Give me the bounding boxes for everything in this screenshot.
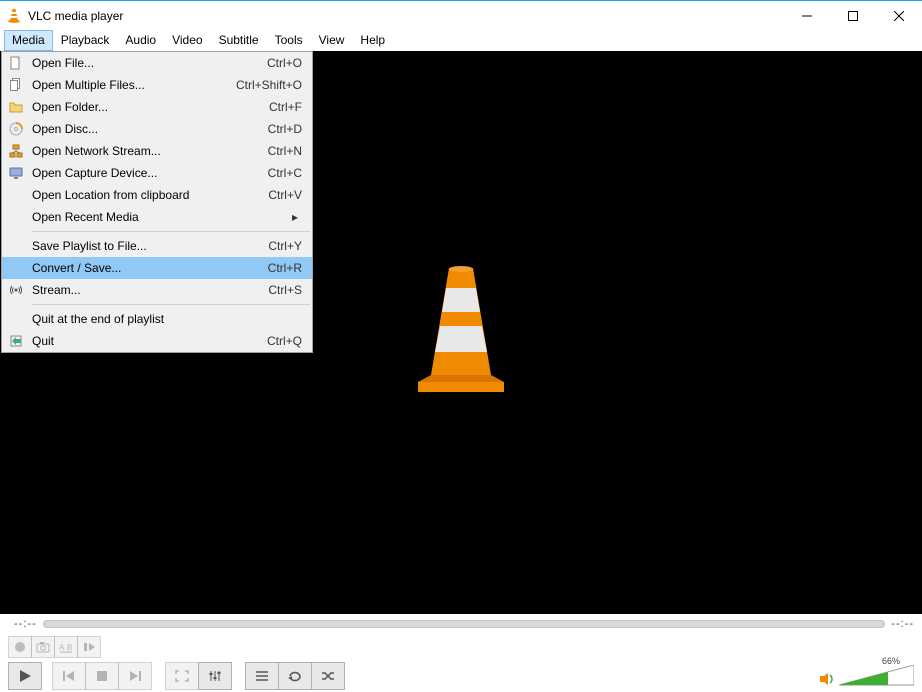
disc-icon bbox=[2, 122, 30, 136]
menu-item-label: Convert / Save... bbox=[30, 261, 260, 275]
menu-item-label: Open File... bbox=[30, 56, 259, 70]
files-icon bbox=[2, 78, 30, 92]
menu-item-convert-save[interactable]: Convert / Save...Ctrl+R bbox=[2, 257, 312, 279]
menu-item-shortcut: Ctrl+Q bbox=[259, 334, 302, 348]
menu-help[interactable]: Help bbox=[352, 30, 393, 51]
next-button[interactable] bbox=[118, 662, 152, 690]
menu-item-shortcut: Ctrl+D bbox=[260, 122, 302, 136]
toolbar-row-2: 66% bbox=[0, 660, 922, 692]
stream-icon bbox=[2, 283, 30, 297]
menu-tools[interactable]: Tools bbox=[267, 30, 311, 51]
menu-bar: MediaPlaybackAudioVideoSubtitleToolsView… bbox=[0, 30, 922, 51]
menu-item-quit-at-the-end-of-playlist[interactable]: Quit at the end of playlist bbox=[2, 308, 312, 330]
playlist-button[interactable] bbox=[245, 662, 279, 690]
submenu-arrow-icon: ▸ bbox=[292, 210, 302, 224]
menu-item-label: Stream... bbox=[30, 283, 260, 297]
menu-item-label: Open Multiple Files... bbox=[30, 78, 228, 92]
svg-text:B: B bbox=[67, 643, 72, 652]
speaker-icon[interactable] bbox=[819, 671, 835, 687]
fullscreen-button[interactable] bbox=[165, 662, 199, 690]
seek-slider[interactable] bbox=[43, 620, 886, 628]
capture-icon bbox=[2, 166, 30, 180]
menu-item-shortcut: Ctrl+V bbox=[260, 188, 302, 202]
title-bar: VLC media player bbox=[0, 0, 922, 30]
menu-item-shortcut: Ctrl+Y bbox=[260, 239, 302, 253]
menu-item-label: Open Folder... bbox=[30, 100, 261, 114]
total-time[interactable]: --:-- bbox=[891, 618, 914, 630]
menu-item-label: Quit bbox=[30, 334, 259, 348]
menu-separator bbox=[32, 231, 310, 232]
menu-item-open-disc[interactable]: Open Disc...Ctrl+D bbox=[2, 118, 312, 140]
frame-step-button[interactable] bbox=[77, 636, 101, 658]
menu-item-label: Save Playlist to File... bbox=[30, 239, 260, 253]
controls-panel: --:-- --:-- AB bbox=[0, 614, 922, 687]
close-button[interactable] bbox=[876, 1, 922, 30]
play-button[interactable] bbox=[8, 662, 42, 690]
volume-control: 66% bbox=[819, 665, 914, 687]
menu-item-label: Open Capture Device... bbox=[30, 166, 260, 180]
menu-audio[interactable]: Audio bbox=[117, 30, 164, 51]
menu-subtitle[interactable]: Subtitle bbox=[211, 30, 267, 51]
snapshot-button[interactable] bbox=[31, 636, 55, 658]
menu-item-open-multiple-files[interactable]: Open Multiple Files...Ctrl+Shift+O bbox=[2, 74, 312, 96]
menu-media[interactable]: Media bbox=[4, 30, 53, 51]
previous-button[interactable] bbox=[52, 662, 86, 690]
menu-item-shortcut: Ctrl+F bbox=[261, 100, 302, 114]
menu-item-label: Quit at the end of playlist bbox=[30, 312, 294, 326]
toolbar-row-1: AB bbox=[0, 634, 922, 660]
stop-button[interactable] bbox=[85, 662, 119, 690]
window-controls bbox=[784, 1, 922, 30]
menu-item-label: Open Recent Media bbox=[30, 210, 292, 224]
menu-item-open-recent-media[interactable]: Open Recent Media▸ bbox=[2, 206, 312, 228]
menu-item-shortcut: Ctrl+R bbox=[260, 261, 302, 275]
menu-item-save-playlist-to-file[interactable]: Save Playlist to File...Ctrl+Y bbox=[2, 235, 312, 257]
minimize-button[interactable] bbox=[784, 1, 830, 30]
maximize-button[interactable] bbox=[830, 1, 876, 30]
seek-row: --:-- --:-- bbox=[0, 614, 922, 634]
menu-item-open-network-stream[interactable]: Open Network Stream...Ctrl+N bbox=[2, 140, 312, 162]
menu-item-quit[interactable]: QuitCtrl+Q bbox=[2, 330, 312, 352]
menu-item-label: Open Network Stream... bbox=[30, 144, 260, 158]
menu-item-shortcut: Ctrl+O bbox=[259, 56, 302, 70]
record-button[interactable] bbox=[8, 636, 32, 658]
folder-icon bbox=[2, 100, 30, 114]
loop-ab-button[interactable]: AB bbox=[54, 636, 78, 658]
extended-settings-button[interactable] bbox=[198, 662, 232, 690]
window-title: VLC media player bbox=[28, 9, 784, 23]
vlc-cone-icon bbox=[6, 8, 22, 24]
menu-item-shortcut: Ctrl+C bbox=[260, 166, 302, 180]
network-icon bbox=[2, 144, 30, 158]
menu-separator bbox=[32, 304, 310, 305]
media-menu-dropdown: Open File...Ctrl+OOpen Multiple Files...… bbox=[1, 51, 313, 353]
volume-slider[interactable] bbox=[839, 665, 914, 687]
file-icon bbox=[2, 56, 30, 70]
menu-item-label: Open Location from clipboard bbox=[30, 188, 260, 202]
vlc-cone-logo bbox=[396, 260, 526, 405]
menu-item-open-capture-device[interactable]: Open Capture Device...Ctrl+C bbox=[2, 162, 312, 184]
menu-item-open-folder[interactable]: Open Folder...Ctrl+F bbox=[2, 96, 312, 118]
menu-view[interactable]: View bbox=[311, 30, 353, 51]
menu-item-shortcut: Ctrl+Shift+O bbox=[228, 78, 302, 92]
quit-icon bbox=[2, 334, 30, 348]
loop-button[interactable] bbox=[278, 662, 312, 690]
svg-text:A: A bbox=[59, 643, 65, 652]
menu-item-shortcut: Ctrl+S bbox=[260, 283, 302, 297]
menu-item-open-file[interactable]: Open File...Ctrl+O bbox=[2, 52, 312, 74]
elapsed-time[interactable]: --:-- bbox=[14, 618, 37, 630]
menu-video[interactable]: Video bbox=[164, 30, 210, 51]
menu-playback[interactable]: Playback bbox=[53, 30, 118, 51]
menu-item-shortcut: Ctrl+N bbox=[260, 144, 302, 158]
shuffle-button[interactable] bbox=[311, 662, 345, 690]
menu-item-stream[interactable]: Stream...Ctrl+S bbox=[2, 279, 312, 301]
menu-item-label: Open Disc... bbox=[30, 122, 260, 136]
menu-item-open-location-from-clipboard[interactable]: Open Location from clipboardCtrl+V bbox=[2, 184, 312, 206]
